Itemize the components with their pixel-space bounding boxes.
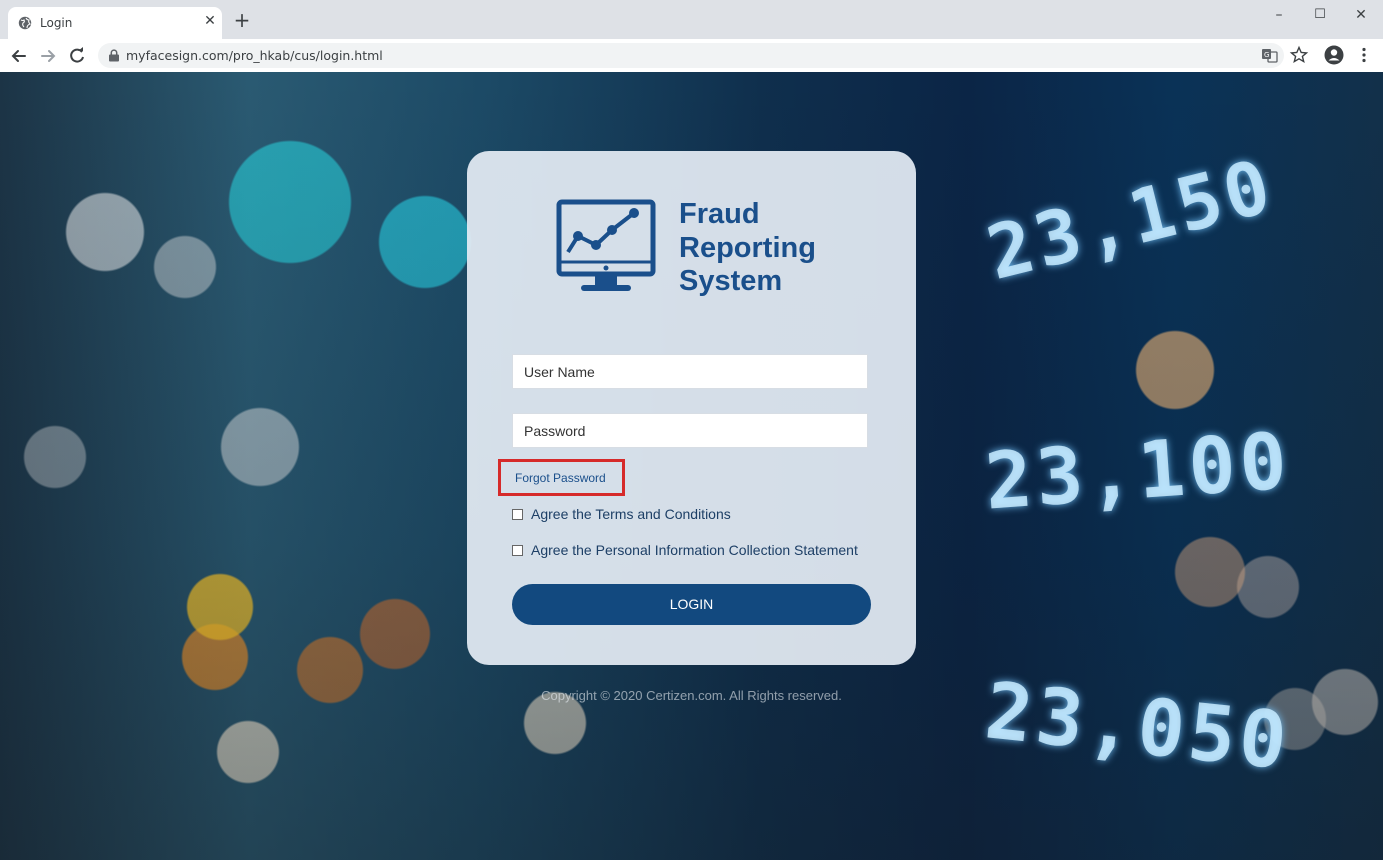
browser-titlebar: Login ✕ + – ☐ ✕ [0, 0, 1383, 39]
app-title-line: Reporting [679, 231, 816, 264]
url-text: myfacesign.com/pro_hkab/cus/login.html [126, 48, 383, 63]
forgot-password-highlight: Forgot Password [498, 459, 625, 496]
star-icon[interactable] [1289, 45, 1309, 65]
profile-icon[interactable] [1324, 45, 1344, 65]
browser-tab[interactable]: Login ✕ [8, 7, 222, 39]
forgot-password-link[interactable]: Forgot Password [515, 471, 606, 485]
background-ticker: 23,100 [982, 416, 1294, 528]
lock-icon [109, 49, 119, 62]
globe-icon [18, 16, 32, 30]
browser-toolbar: myfacesign.com/pro_hkab/cus/login.html G [0, 39, 1383, 73]
login-button[interactable]: LOGIN [512, 584, 871, 625]
background-ticker: 23,050 [981, 666, 1295, 788]
back-icon[interactable] [8, 45, 30, 67]
app-title-line: System [679, 265, 783, 297]
login-page: 23,150 23,100 23,050 Fraud Reporting Sys… [0, 72, 1383, 860]
address-bar[interactable]: myfacesign.com/pro_hkab/cus/login.html [98, 43, 1284, 68]
app-title-line: Fraud [679, 198, 760, 230]
terms-label: Agree the Terms and Conditions [531, 506, 731, 522]
tab-title: Login [40, 16, 73, 30]
terms-checkbox[interactable] [512, 509, 523, 520]
copyright-text: Copyright © 2020 Certizen.com. All Right… [541, 688, 842, 703]
menu-icon[interactable] [1354, 45, 1374, 65]
close-window-button[interactable]: ✕ [1349, 6, 1373, 24]
forward-icon[interactable] [37, 45, 59, 67]
password-input[interactable]: Password [512, 413, 868, 448]
background-ticker: 23,150 [978, 143, 1283, 297]
pics-checkbox[interactable] [512, 545, 523, 556]
new-tab-button[interactable]: + [233, 10, 251, 30]
monitor-chart-icon [556, 199, 656, 291]
minimize-button[interactable]: – [1267, 6, 1291, 24]
app-title: Fraud Reporting System [679, 198, 816, 299]
login-card: Fraud Reporting System User Name Passwor… [467, 151, 916, 665]
username-input[interactable]: User Name [512, 354, 868, 389]
svg-text:G: G [1264, 51, 1269, 59]
pics-label: Agree the Personal Information Collectio… [531, 542, 858, 558]
maximize-button[interactable]: ☐ [1308, 6, 1332, 24]
reload-icon[interactable] [66, 45, 88, 67]
translate-icon[interactable]: G [1260, 45, 1280, 65]
tab-close-icon[interactable]: ✕ [201, 12, 219, 30]
